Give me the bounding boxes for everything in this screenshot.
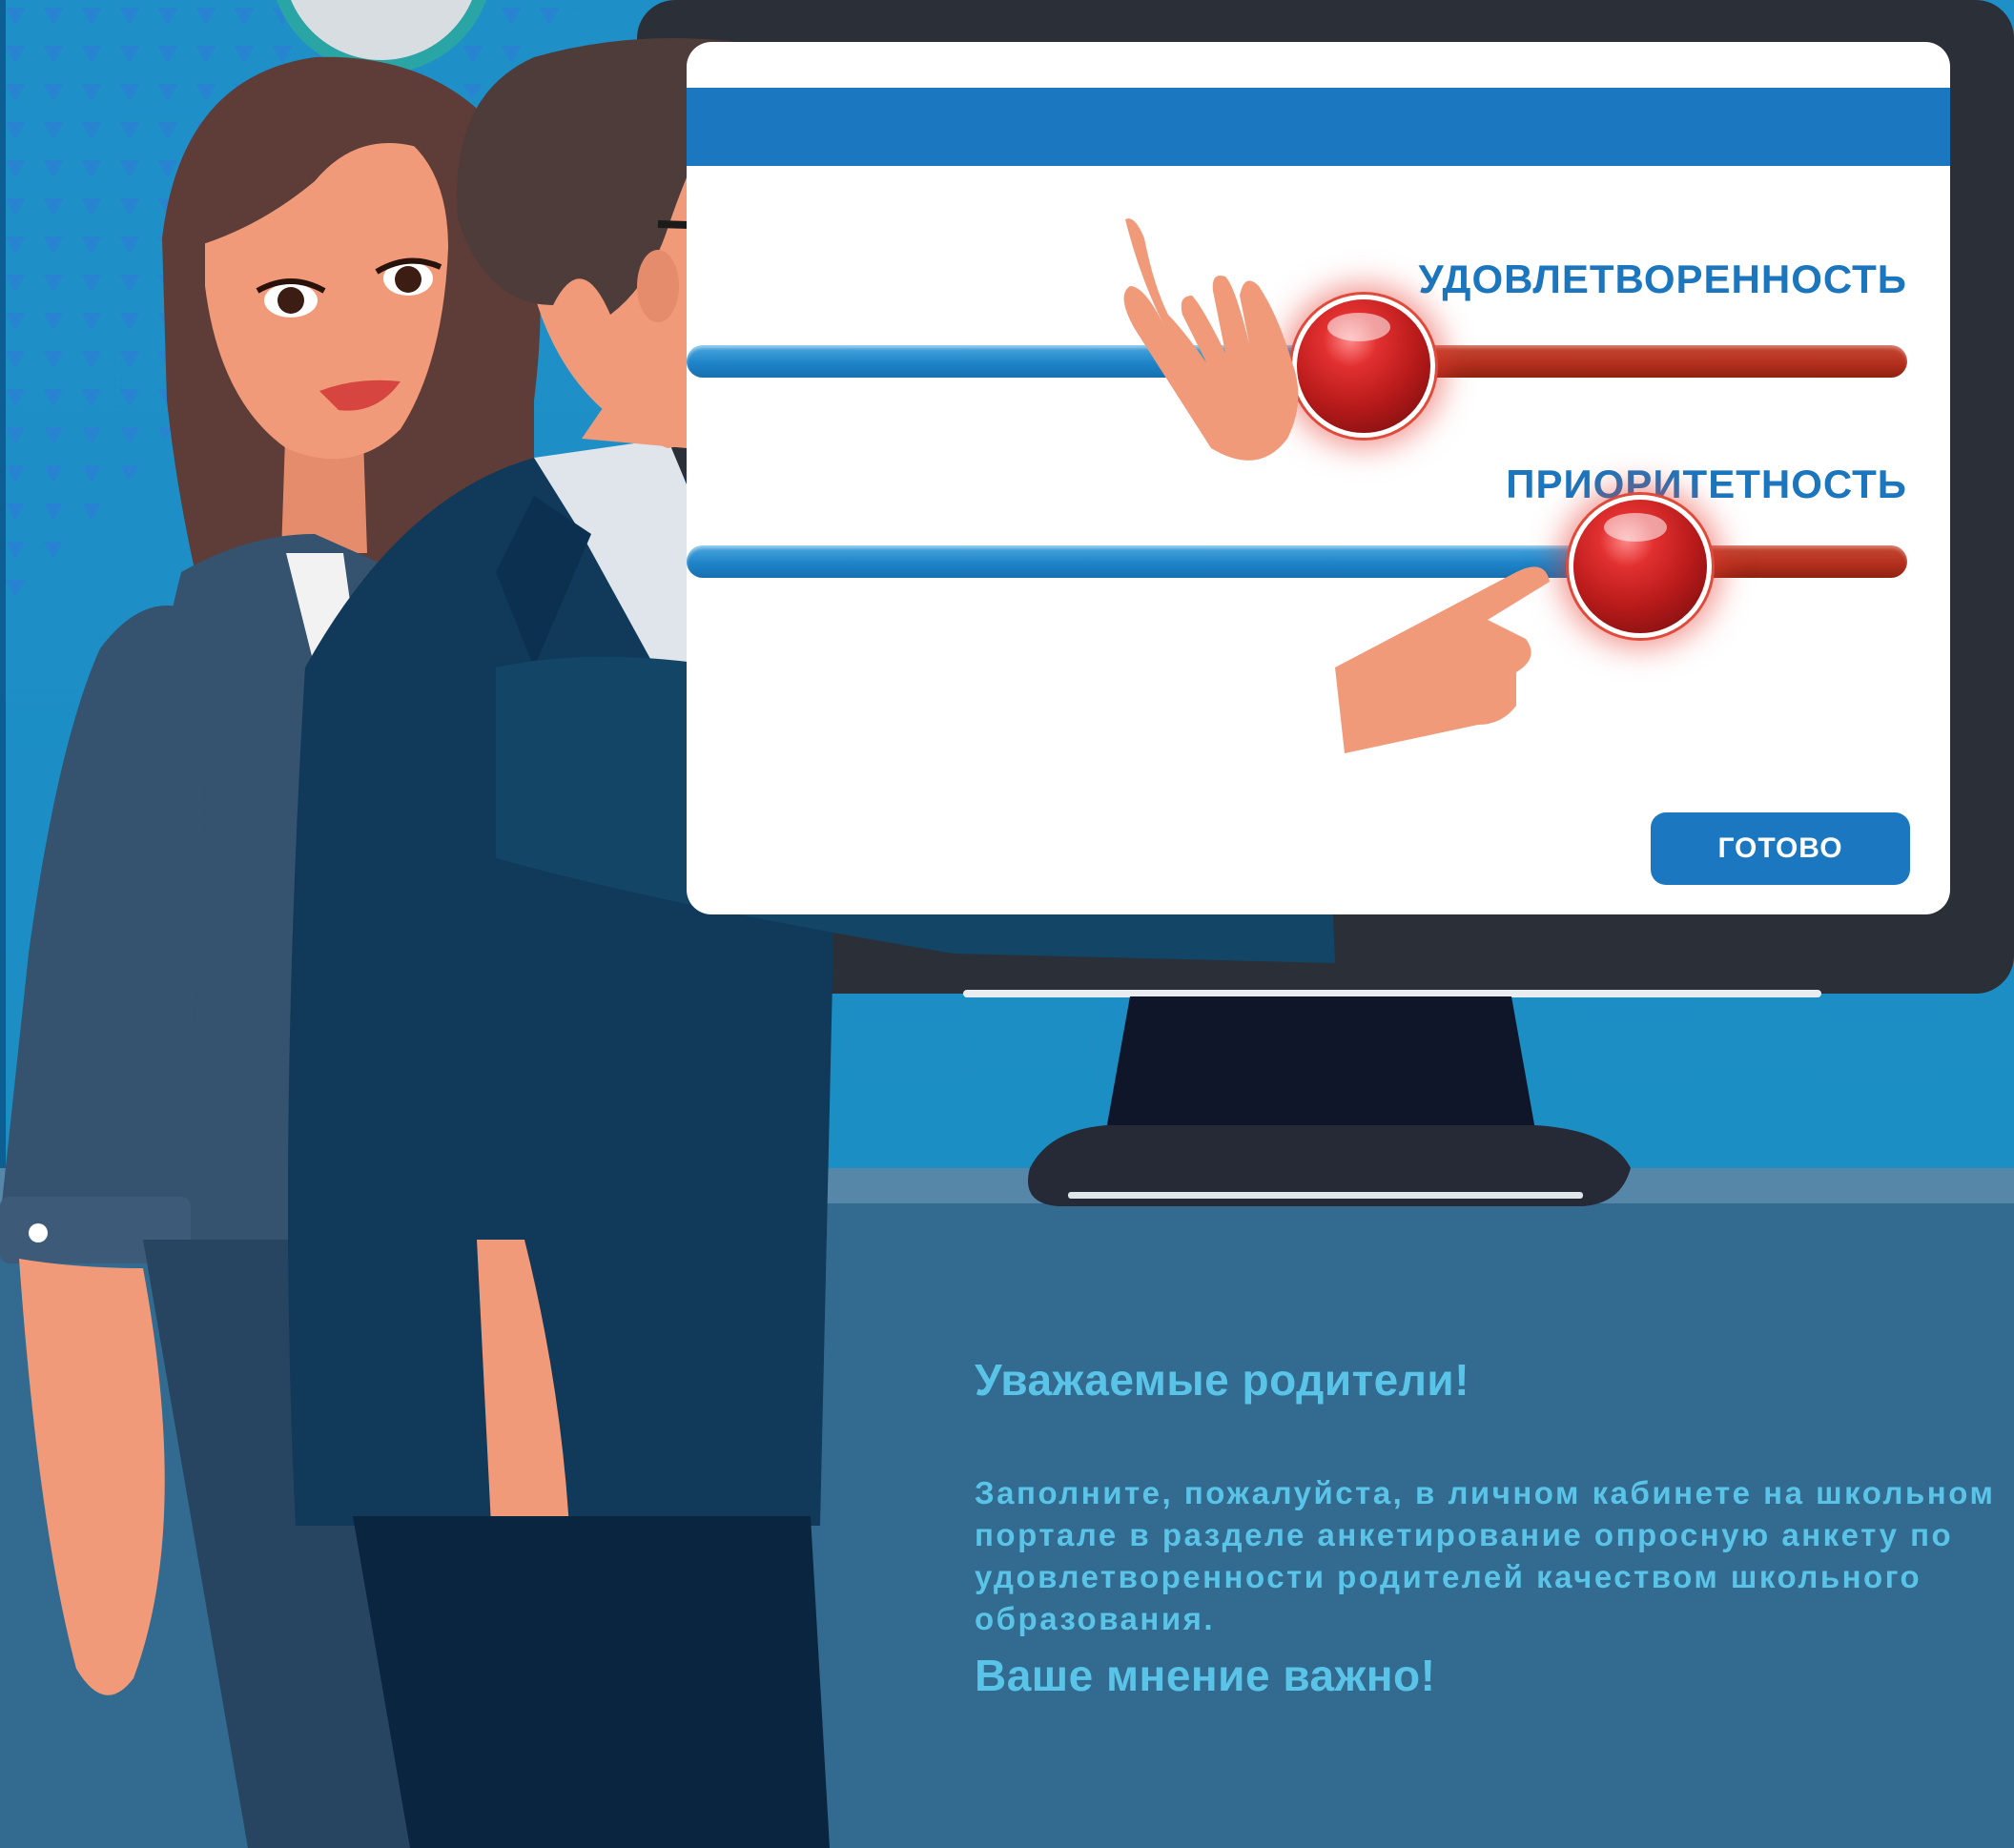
slider-satisfaction-track-empty[interactable] (1354, 345, 1907, 378)
man-pants (353, 1516, 830, 1848)
greeting-heading: Уважаемые родители! (975, 1355, 1470, 1405)
screen-header-bar (687, 88, 1950, 166)
message-body: Заполните, пожалуйста, в личном кабинете… (975, 1475, 1996, 1636)
monitor-screen: УДОВЛЕТВОРЕННОСТЬ ПРИОРИТЕТНОСТЬ ГОТОВО (687, 42, 1950, 914)
parent-message: Уважаемые родители! Заполните, пожалуйст… (975, 1354, 2009, 1701)
closing-line: Ваше мнение важно! (975, 1651, 1436, 1700)
slider-satisfaction-track-filled[interactable] (687, 345, 1354, 378)
done-button[interactable]: ГОТОВО (1651, 812, 1910, 885)
slider-satisfaction-thumb[interactable] (1292, 295, 1435, 438)
slider-label-priority: ПРИОРИТЕТНОСТЬ (1506, 462, 1907, 506)
monitor-stand (1106, 996, 1535, 1130)
slider-priority-thumb[interactable] (1569, 495, 1712, 638)
slider-priority-track-filled[interactable] (687, 545, 1640, 578)
slider-label-satisfaction: УДОВЛЕТВОРЕННОСТЬ (1418, 257, 1907, 301)
